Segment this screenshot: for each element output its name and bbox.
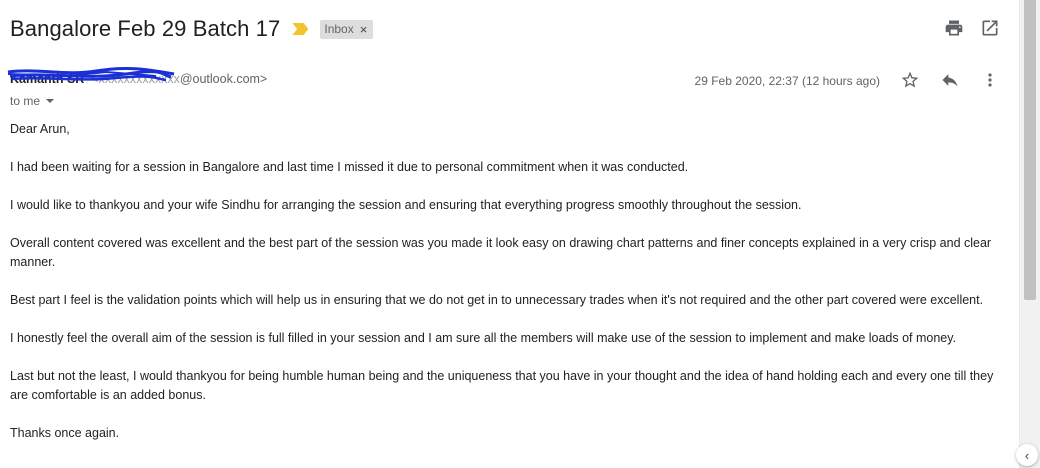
to-me-label: to me	[10, 94, 41, 108]
email-body: Dear Arun, I had been waiting for a sess…	[10, 120, 1002, 462]
body-paragraph: Dear Arun,	[10, 122, 70, 136]
email-date: 29 Feb 2020, 22:37 (12 hours ago)	[694, 74, 880, 88]
thread-actions	[944, 18, 1000, 38]
body-paragraph: Best part I feel is the validation point…	[10, 293, 984, 307]
body-paragraph: Overall content covered was excellent an…	[10, 236, 992, 269]
sender[interactable]: Kamanth SR <xxxxxxxxxxxxx@outlook.com>	[7, 66, 268, 86]
open-in-new-icon[interactable]	[980, 18, 1000, 38]
more-vert-icon[interactable]	[980, 70, 1000, 90]
side-panel-toggle-icon[interactable]: ‹	[1016, 444, 1038, 466]
recipient-details-toggle[interactable]: to me	[10, 94, 55, 108]
body-paragraph: I had been waiting for a session in Bang…	[10, 160, 689, 174]
print-icon[interactable]	[944, 18, 964, 38]
sender-email: @outlook.com>	[179, 72, 268, 86]
chevron-down-icon	[46, 99, 55, 103]
remove-label-icon[interactable]: ×	[360, 22, 368, 37]
email-subject: Bangalore Feb 29 Batch 17	[10, 16, 281, 41]
reply-icon[interactable]	[940, 70, 960, 90]
message-actions	[900, 70, 1000, 90]
sender-name: Kamanth SR	[10, 72, 85, 86]
scrollbar[interactable]	[1019, 0, 1040, 468]
scrollbar-thumb[interactable]	[1024, 0, 1036, 300]
subject-row: Bangalore Feb 29 Batch 17 Inbox ×	[10, 14, 374, 44]
body-paragraph: I honestly feel the overall aim of the s…	[10, 331, 957, 345]
sender-row: Kamanth SR <xxxxxxxxxxxxx@outlook.com> 2…	[7, 66, 1000, 90]
inbox-label-text: Inbox	[324, 22, 354, 36]
body-paragraph: Thanks once again.	[10, 426, 120, 440]
importance-marker-icon[interactable]	[292, 23, 309, 35]
star-icon[interactable]	[900, 70, 920, 90]
body-paragraph: I would like to thankyou and your wife S…	[10, 198, 802, 212]
body-paragraph: Last but not the least, I would thankyou…	[10, 369, 994, 402]
inbox-label-chip[interactable]: Inbox ×	[320, 19, 374, 39]
sender-email-redacted: <xxxxxxxxxxxxx	[87, 72, 180, 86]
